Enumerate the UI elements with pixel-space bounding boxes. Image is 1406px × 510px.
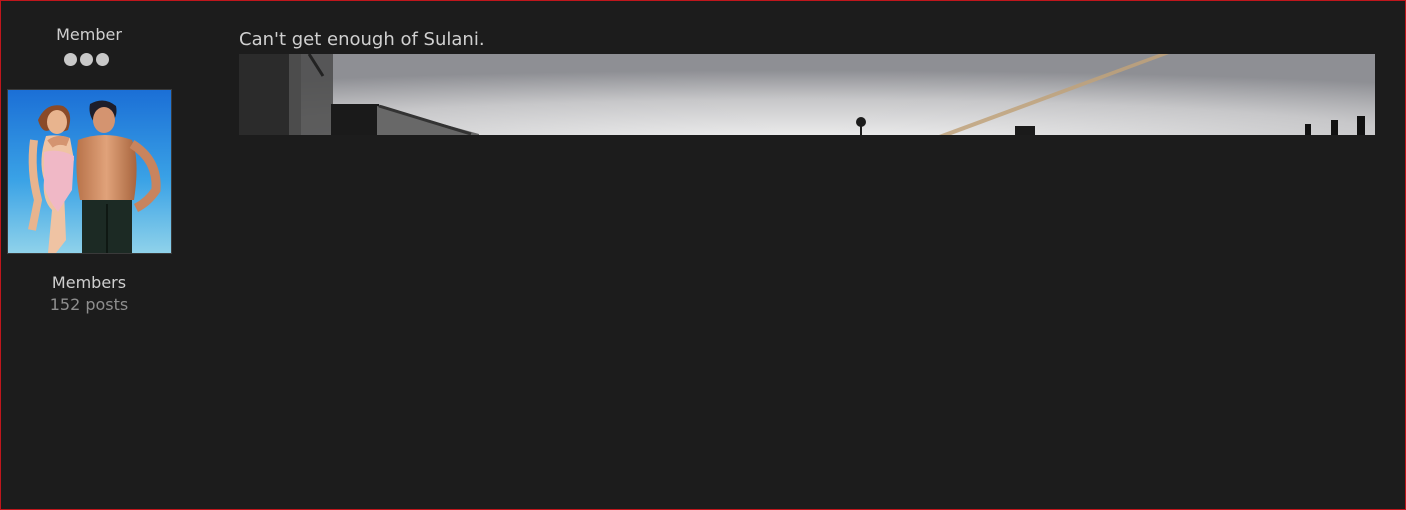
post-image-content [239, 54, 1375, 135]
avatar[interactable] [7, 89, 172, 254]
rank-pip-icon [96, 53, 109, 66]
rank-pips [64, 53, 109, 66]
member-group: Members [51, 273, 127, 292]
forum-post: Member Members 152 posts Can't get enoug… [0, 0, 1406, 510]
post-body-text: Can't get enough of Sulani. [239, 29, 485, 50]
post-image[interactable] [239, 54, 1375, 135]
rank-pip-icon [64, 53, 77, 66]
member-rank-title: Member [56, 25, 122, 44]
rank-pip-icon [80, 53, 93, 66]
avatar-image [8, 90, 171, 253]
post-count: 152 posts [49, 295, 129, 314]
